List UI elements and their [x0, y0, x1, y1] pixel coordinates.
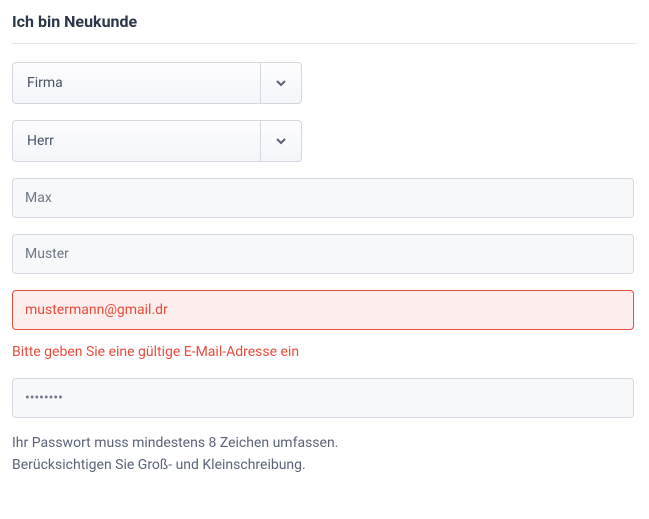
salutation-value: Herr	[12, 120, 260, 162]
customer-type-select[interactable]: Firma	[12, 62, 302, 104]
customer-type-value: Firma	[12, 62, 260, 104]
last-name-field[interactable]	[12, 234, 634, 274]
customer-type-caret[interactable]	[260, 62, 302, 104]
password-hint: Ihr Passwort muss mindestens 8 Zeichen u…	[12, 432, 637, 477]
email-error-message: Bitte geben Sie eine gültige E-Mail-Adre…	[12, 344, 637, 360]
email-field[interactable]	[12, 290, 634, 330]
chevron-down-icon	[275, 74, 287, 93]
first-name-field[interactable]	[12, 178, 634, 218]
page-title: Ich bin Neukunde	[12, 12, 637, 44]
salutation-caret[interactable]	[260, 120, 302, 162]
password-hint-line-2: Berücksichtigen Sie Groß- und Kleinschre…	[12, 454, 637, 476]
password-hint-line-1: Ihr Passwort muss mindestens 8 Zeichen u…	[12, 432, 637, 454]
chevron-down-icon	[275, 132, 287, 151]
password-field[interactable]	[12, 378, 634, 418]
salutation-select[interactable]: Herr	[12, 120, 302, 162]
